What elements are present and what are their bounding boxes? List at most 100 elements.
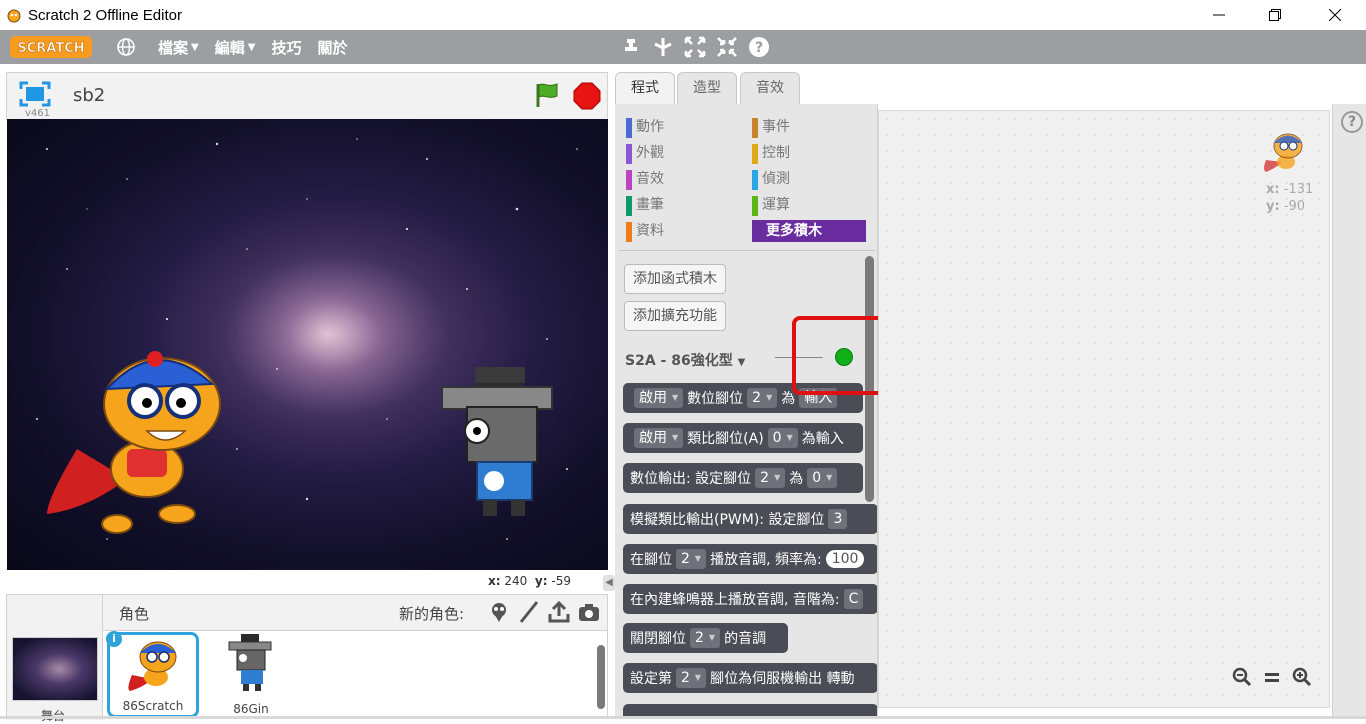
block-text: 模擬類比輸出(PWM): 設定腳位 <box>630 512 825 528</box>
block-text: 的音調 <box>724 631 767 647</box>
tab-costumes[interactable]: 造型 <box>677 72 737 104</box>
menu-edit[interactable]: 編輯 ▼ <box>215 37 256 58</box>
block-text: 播放音調, 頻率為: <box>710 552 822 568</box>
block-dropdown[interactable]: 啟用 ▼ <box>634 388 684 408</box>
stage-canvas[interactable] <box>7 119 608 570</box>
category-motion-label: 動作 <box>636 119 664 135</box>
sprite-tile-86gin[interactable]: 86Gin <box>205 632 297 718</box>
sprite-y-value: -90 <box>1283 199 1306 214</box>
green-flag-icon[interactable] <box>533 81 561 109</box>
help-icon[interactable]: ? <box>748 36 770 58</box>
block-text: 啟用 <box>639 430 667 446</box>
svg-text:SCRATCH: SCRATCH <box>17 41 84 56</box>
collapse-stage-icon[interactable]: ◀ <box>603 575 615 591</box>
project-title[interactable]: sb2 <box>73 85 105 106</box>
add-function-block-button[interactable]: 添加函式積木 <box>624 264 726 294</box>
dropdown-arrow-icon: ▼ <box>708 633 716 642</box>
block-pin-mode-analog[interactable]: 啟用 ▼ 類比腳位(A) 0 ▼ 為輸入 <box>623 423 863 453</box>
category-operators-label: 運算 <box>762 197 790 213</box>
info-icon[interactable]: i <box>106 631 122 647</box>
close-button[interactable] <box>1312 0 1358 30</box>
category-sound[interactable]: 音效 <box>626 168 664 190</box>
block-play-tone-pin[interactable]: 在腳位 2 ▼ 播放音調, 頻率為: 100 <box>623 544 877 574</box>
block-text: 2 <box>681 670 690 686</box>
category-events[interactable]: 事件 <box>752 116 790 138</box>
block-dropdown[interactable]: 啟用 ▼ <box>634 428 684 448</box>
minimize-button[interactable] <box>1196 0 1242 30</box>
camera-icon[interactable] <box>577 600 601 624</box>
zoom-out-button[interactable] <box>1230 666 1254 688</box>
block-text: 類比腳位(A) <box>687 431 764 447</box>
stage-header: v461 sb2 <box>6 72 608 120</box>
menu-about[interactable]: 關於 <box>317 37 347 58</box>
sprite-y-label: y: <box>1266 199 1280 214</box>
upload-icon[interactable] <box>547 600 571 624</box>
category-sensing[interactable]: 偵測 <box>752 168 790 190</box>
extension-title[interactable]: S2A - 86強化型 ▼ <box>625 350 745 370</box>
category-looks[interactable]: 外觀 <box>626 142 664 164</box>
category-more-blocks[interactable]: 更多積木 <box>752 220 866 242</box>
category-motion[interactable]: 動作 <box>626 116 664 138</box>
block-analog-write-pwm[interactable]: 模擬類比輸出(PWM): 設定腳位 3 <box>623 504 877 534</box>
block-text: 在腳位 <box>630 552 672 568</box>
add-extension-button[interactable]: 添加擴充功能 <box>624 301 726 331</box>
new-sprite-tools <box>487 600 601 624</box>
tips-help-icon[interactable]: ? <box>1341 111 1363 133</box>
block-dropdown[interactable]: 2 ▼ <box>690 628 721 648</box>
zoom-in-icon <box>1292 667 1312 687</box>
block-dropdown[interactable]: C <box>843 589 864 609</box>
block-dropdown[interactable]: 2 ▼ <box>676 549 707 569</box>
menu-tips[interactable]: 技巧 <box>271 37 301 58</box>
block-dropdown[interactable]: 2 ▼ <box>755 468 786 488</box>
caret-down-icon: ▼ <box>247 41 256 53</box>
cut-icon[interactable] <box>652 36 674 58</box>
paint-brush-icon[interactable] <box>517 600 541 624</box>
mouse-y-value: -59 <box>551 574 571 588</box>
dropdown-arrow-icon: ▼ <box>826 473 833 482</box>
menu-about-label: 關於 <box>317 38 348 57</box>
shrink-icon[interactable] <box>716 36 738 58</box>
duplicate-icon[interactable] <box>620 36 642 58</box>
stop-sign-icon[interactable] <box>573 82 601 110</box>
language-globe-icon[interactable] <box>116 37 136 57</box>
category-data[interactable]: 資料 <box>626 220 664 242</box>
caret-down-icon: ▼ <box>191 41 199 53</box>
sprite-tile-86scratch[interactable]: i 86Scratch <box>106 631 199 718</box>
sprite-thumb-86gin <box>228 634 272 691</box>
block-dropdown[interactable]: 0 ▼ <box>767 428 798 448</box>
block-digital-write[interactable]: 數位輸出: 設定腳位 2 ▼ 為 0 ▼ <box>623 463 863 493</box>
sprite-library-icon[interactable] <box>487 600 511 624</box>
block-dropdown[interactable]: 2 ▼ <box>676 668 707 688</box>
stage-thumbnail[interactable] <box>12 637 98 701</box>
menu-file[interactable]: 檔案 ▼ <box>158 37 199 58</box>
zoom-reset-button[interactable] <box>1260 666 1284 688</box>
tips-sidebar <box>1332 104 1366 719</box>
tab-scripts[interactable]: 程式 <box>615 72 675 105</box>
block-servo-output[interactable]: 設定第 2 ▼ 腳位為伺服機輸出 轉動 <box>623 663 877 693</box>
block-dropdown[interactable]: 2 ▼ <box>747 388 778 408</box>
grow-icon[interactable] <box>684 36 706 58</box>
tab-sounds[interactable]: 音效 <box>740 72 800 104</box>
block-number-input[interactable]: 100 <box>825 550 865 568</box>
script-area[interactable] <box>878 110 1330 708</box>
scratch-logo[interactable]: SCRATCH <box>10 35 92 59</box>
block-palette: 動作 外觀 音效 畫筆 資料 事件 控制 偵測 運算 更多積木 添加函式積木 添… <box>615 104 878 719</box>
block-dropdown[interactable]: 0 ▼ <box>807 468 838 488</box>
category-operators[interactable]: 運算 <box>752 194 790 216</box>
block-text: 數位腳位 <box>687 391 744 407</box>
sprite-list-scrollbar[interactable] <box>597 645 605 709</box>
block-dropdown[interactable]: 3 <box>828 509 848 529</box>
block-text: 關閉腳位 <box>630 631 686 647</box>
block-text: 2 <box>752 390 762 406</box>
fullscreen-icon[interactable] <box>19 81 51 107</box>
zoom-in-button[interactable] <box>1290 666 1314 688</box>
block-play-tone-buzzer[interactable]: 在內建蜂鳴器上播放音調, 音階為: C <box>623 584 877 614</box>
block-text: 0 <box>812 470 822 486</box>
sprite-toolbar: ? <box>620 36 770 58</box>
block-tone-off[interactable]: 關閉腳位 2 ▼ 的音調 <box>623 623 788 653</box>
restore-button[interactable] <box>1252 0 1298 30</box>
category-pen[interactable]: 畫筆 <box>626 194 664 216</box>
category-control[interactable]: 控制 <box>752 142 790 164</box>
sprite-x-value: -131 <box>1283 182 1314 197</box>
block-text: 2 <box>681 551 690 567</box>
